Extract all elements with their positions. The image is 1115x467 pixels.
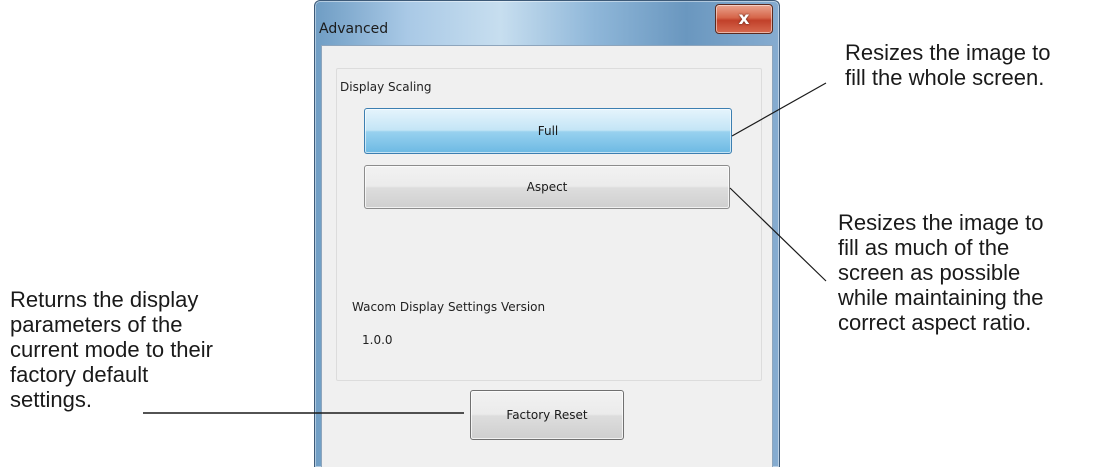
version-label: Wacom Display Settings Version (352, 300, 546, 314)
window-title: Advanced (319, 21, 389, 37)
close-button[interactable]: x (715, 4, 773, 34)
callout-full-description: Resizes the image to fill the whole scre… (845, 40, 1051, 90)
advanced-dialog: Advanced x Display Scaling Full Aspect W… (314, 0, 780, 467)
display-scaling-label: Display Scaling (340, 80, 432, 94)
dialog-body: Display Scaling Full Aspect Wacom Displa… (321, 45, 773, 467)
close-icon: x (738, 9, 750, 29)
factory-reset-label: Factory Reset (506, 408, 588, 422)
version-value: 1.0.0 (362, 333, 393, 347)
full-button-label: Full (537, 124, 559, 138)
title-bar[interactable]: Advanced x (315, 1, 779, 45)
aspect-button-label: Aspect (526, 180, 568, 194)
full-button[interactable]: Full (364, 108, 732, 154)
callout-reset-description: Returns the display parameters of the cu… (10, 287, 213, 412)
callout-aspect-description: Resizes the image to fill as much of the… (838, 210, 1044, 335)
aspect-button[interactable]: Aspect (364, 165, 730, 209)
factory-reset-button[interactable]: Factory Reset (470, 390, 624, 440)
